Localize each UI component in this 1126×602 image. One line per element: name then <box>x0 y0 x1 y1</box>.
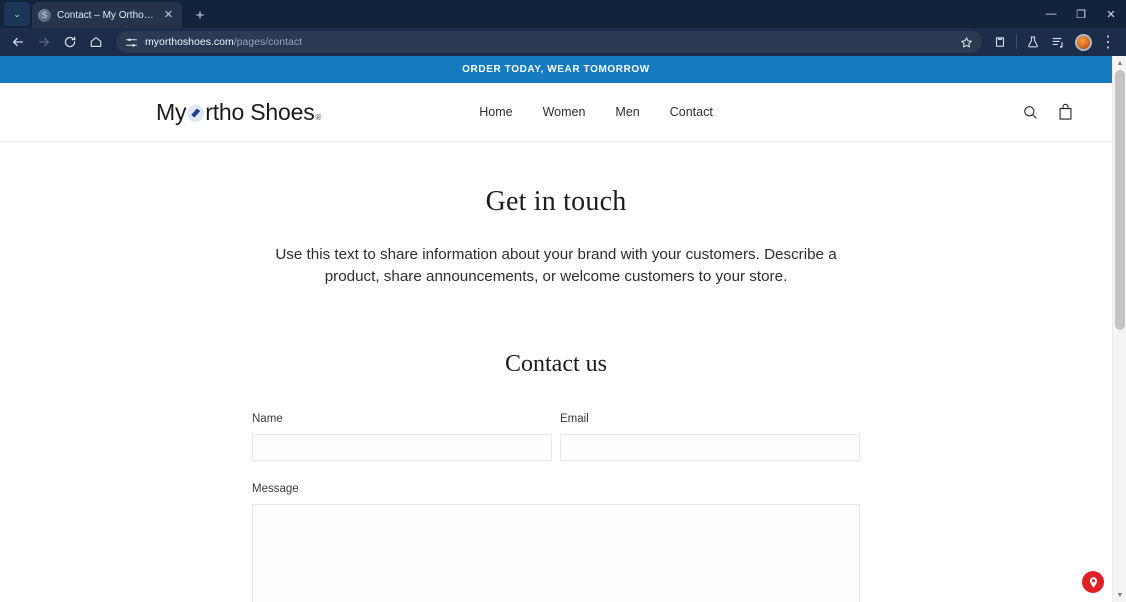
shopping-bag-icon[interactable] <box>1057 103 1074 121</box>
browser-window: ⌄ S Contact – My Ortho Shoes ✕ + — ❐ ✕ <box>0 0 1126 602</box>
email-label: Email <box>560 413 589 426</box>
page-title: Get in touch <box>485 186 627 217</box>
announcement-bar: ORDER TODAY, WEAR TOMORROW <box>0 56 1112 83</box>
header-actions <box>1022 103 1074 121</box>
field-email: Email <box>560 413 860 462</box>
maximize-button[interactable]: ❐ <box>1066 0 1096 28</box>
tune-icon[interactable] <box>124 35 138 49</box>
page-scrollbar[interactable]: ▲ ▼ <box>1112 56 1126 602</box>
message-textarea[interactable] <box>252 504 860 602</box>
page-main: Get in touch Use this text to share info… <box>0 142 1112 602</box>
field-name: Name <box>252 413 552 462</box>
main-navigation: Home Women Men Contact <box>479 105 713 119</box>
reload-icon[interactable] <box>58 30 82 54</box>
field-message: Message <box>252 483 860 602</box>
ortho-shoe-mark-icon <box>187 104 205 122</box>
nav-item-men[interactable]: Men <box>615 105 639 119</box>
tab-title: Contact – My Ortho Shoes <box>57 9 155 21</box>
search-icon[interactable] <box>1022 104 1039 121</box>
scrollbar-thumb[interactable] <box>1115 70 1125 330</box>
extensions-icon[interactable] <box>988 30 1012 54</box>
minimize-button[interactable]: — <box>1036 0 1066 28</box>
form-row-name-email: Name Email <box>252 413 860 462</box>
nav-item-home[interactable]: Home <box>479 105 512 119</box>
registered-mark: ® <box>315 112 322 122</box>
intro-paragraph: Use this text to share information about… <box>275 246 837 285</box>
name-input[interactable] <box>252 434 552 462</box>
site-logo[interactable]: My rtho Shoes ® <box>156 99 321 126</box>
back-icon[interactable] <box>6 30 30 54</box>
toolbar-separator <box>1016 35 1017 49</box>
site-header: My rtho Shoes ® Home Women Men Contact <box>0 83 1112 142</box>
reading-list-icon[interactable] <box>1046 30 1070 54</box>
chat-launcher-button[interactable] <box>1082 571 1104 593</box>
url-path: /pages/contact <box>233 36 302 48</box>
nav-item-contact[interactable]: Contact <box>670 105 713 119</box>
tab-strip: ⌄ S Contact – My Ortho Shoes ✕ + — ❐ ✕ <box>0 0 1126 28</box>
scroll-up-arrow[interactable]: ▲ <box>1113 56 1126 70</box>
tab-search-button[interactable]: ⌄ <box>4 2 30 26</box>
bookmark-star-icon[interactable] <box>958 34 974 50</box>
url-domain: myorthoshoes.com <box>145 36 234 48</box>
flask-icon[interactable] <box>1021 30 1045 54</box>
contact-form-heading: Contact us <box>505 351 607 378</box>
url-text: myorthoshoes.com/pages/contact <box>145 36 951 48</box>
contact-form: Name Email Message <box>252 413 860 602</box>
announcement-text: ORDER TODAY, WEAR TOMORROW <box>462 64 650 75</box>
logo-text-before: My <box>156 98 187 125</box>
message-label: Message <box>252 483 299 496</box>
page-body: ORDER TODAY, WEAR TOMORROW My rtho Shoes ®… <box>0 56 1112 602</box>
forward-icon[interactable] <box>32 30 56 54</box>
toolbar-right-actions: ⋮ <box>988 30 1120 54</box>
browser-tab[interactable]: S Contact – My Ortho Shoes ✕ <box>32 2 182 28</box>
browser-menu-icon[interactable]: ⋮ <box>1096 30 1120 54</box>
address-bar[interactable]: myorthoshoes.com/pages/contact <box>116 31 982 53</box>
browser-toolbar: myorthoshoes.com/pages/contact ⋮ <box>0 28 1126 56</box>
profile-avatar[interactable] <box>1071 30 1095 54</box>
close-window-button[interactable]: ✕ <box>1096 0 1126 28</box>
new-tab-button[interactable]: + <box>188 3 212 27</box>
page-viewport: ORDER TODAY, WEAR TOMORROW My rtho Shoes ®… <box>0 56 1126 602</box>
name-label: Name <box>252 413 283 426</box>
window-controls: — ❐ ✕ <box>1036 0 1126 28</box>
email-input[interactable] <box>560 434 860 462</box>
nav-item-women[interactable]: Women <box>543 105 586 119</box>
site-favicon: S <box>38 8 51 22</box>
close-icon[interactable]: ✕ <box>161 8 176 23</box>
scroll-down-arrow[interactable]: ▼ <box>1113 588 1126 602</box>
home-icon[interactable] <box>84 30 108 54</box>
logo-text-after: rtho Shoes <box>205 98 315 125</box>
